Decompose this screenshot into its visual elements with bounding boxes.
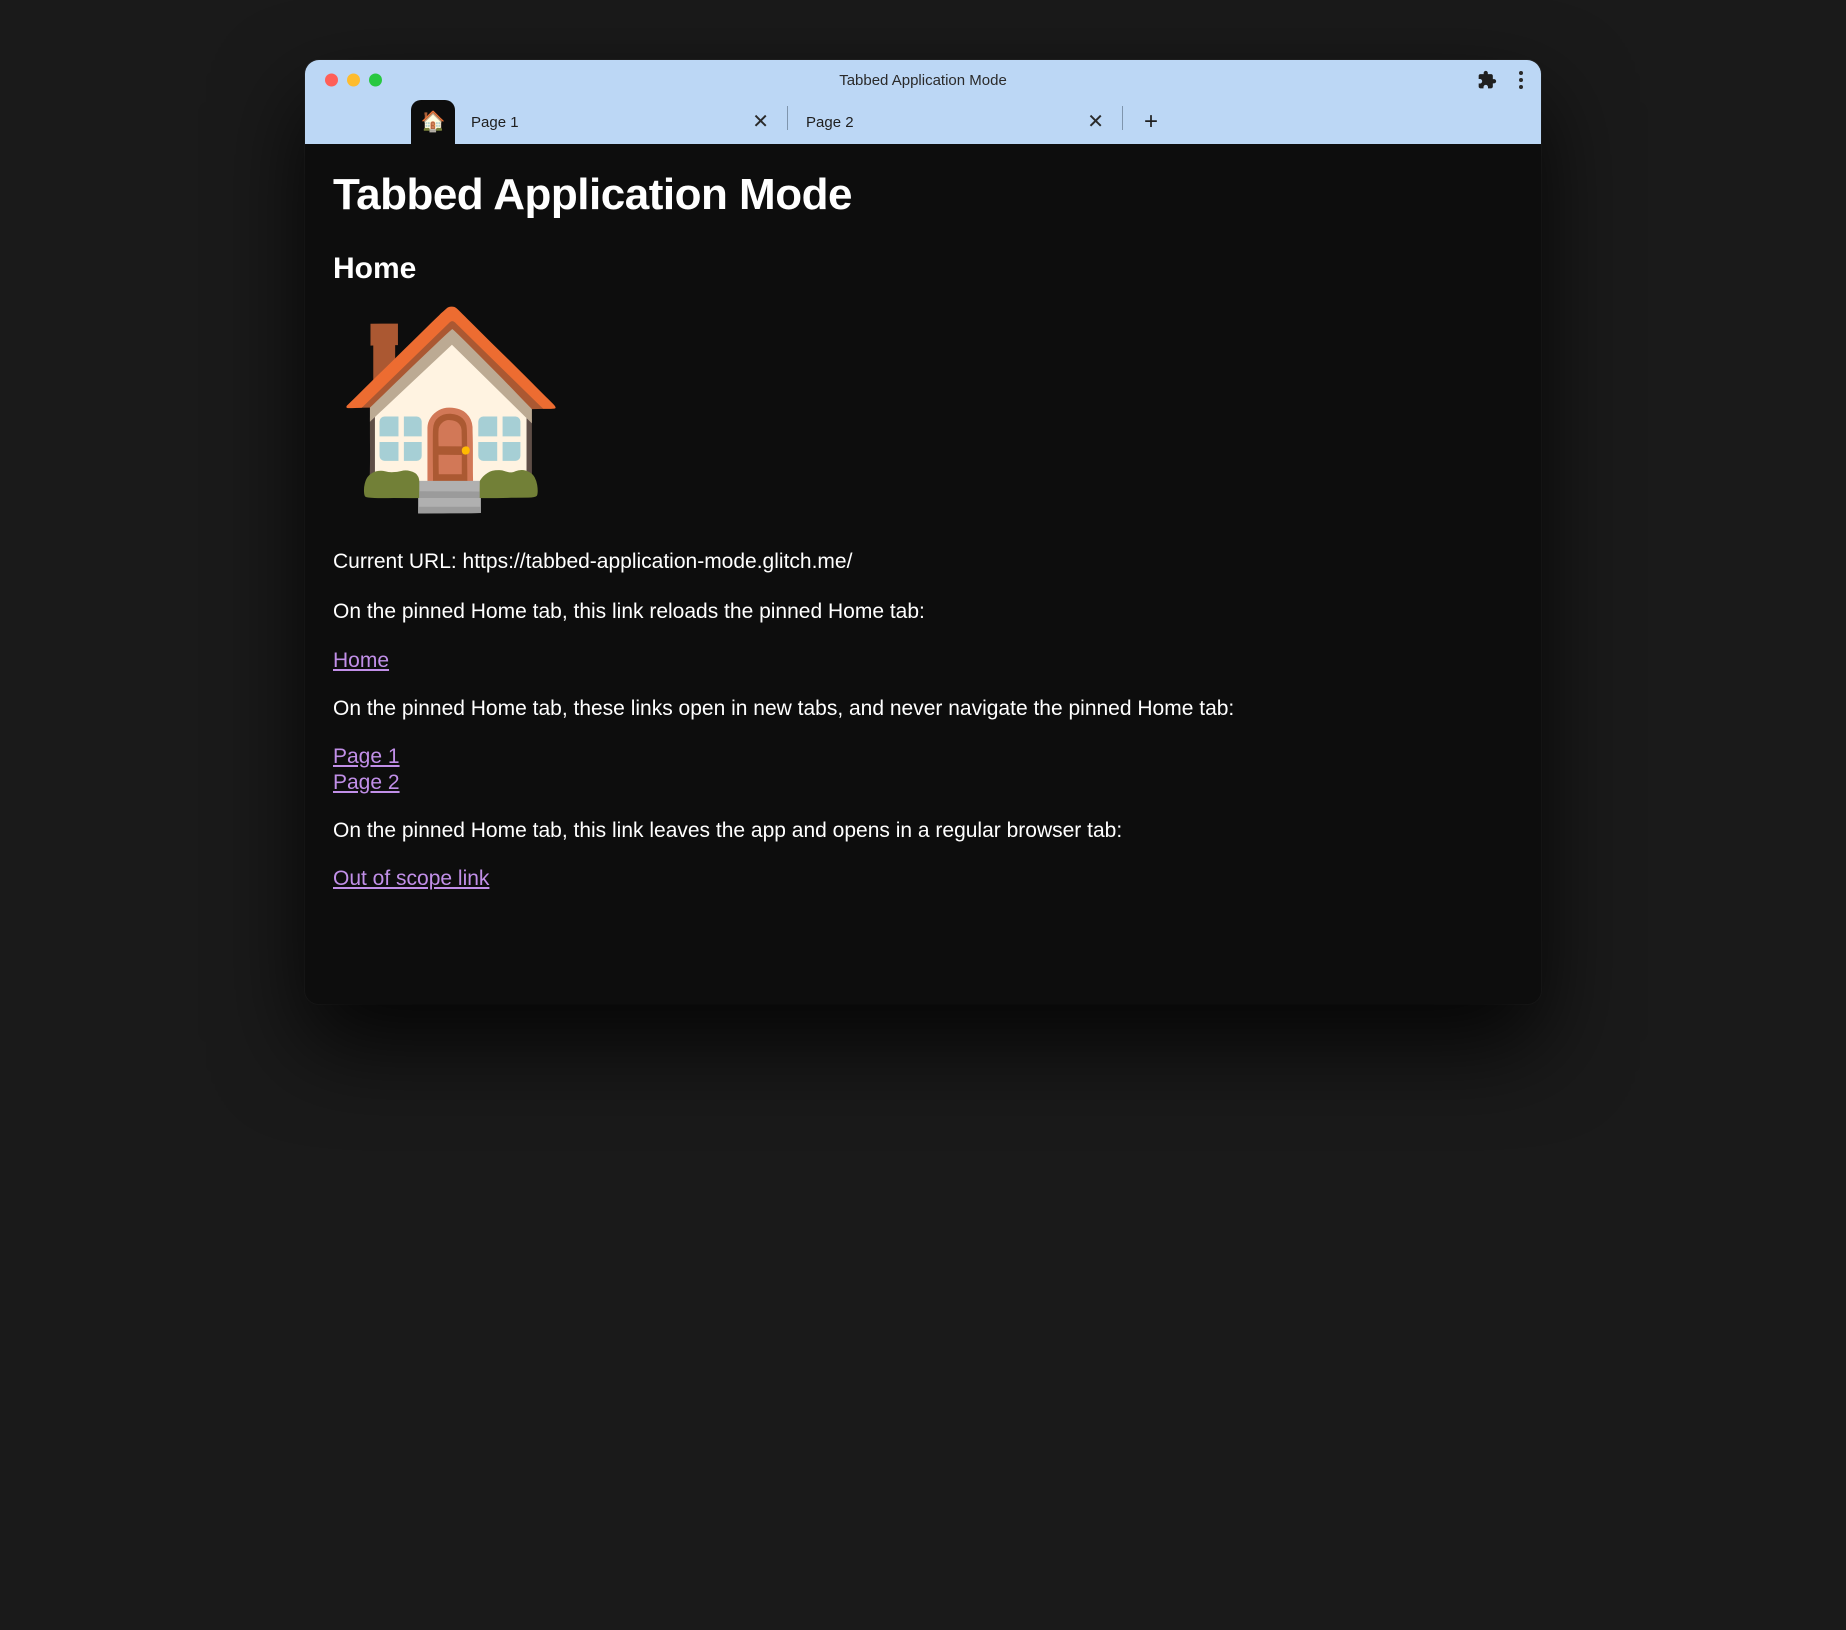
tab-pinned-home[interactable]: 🏠	[411, 100, 455, 144]
extensions-icon[interactable]	[1477, 70, 1497, 90]
tab-page-1[interactable]: Page 1 ✕	[455, 100, 785, 144]
link-home[interactable]: Home	[333, 649, 389, 673]
page-subtitle: Home	[333, 252, 1513, 286]
maximize-window-button[interactable]	[369, 74, 382, 87]
tab-label: Page 2	[806, 114, 854, 131]
newtabs-description: On the pinned Home tab, these links open…	[333, 695, 1513, 723]
current-url-text: Current URL: https://tabbed-application-…	[333, 548, 1513, 576]
tab-page-2[interactable]: Page 2 ✕	[790, 100, 1120, 144]
tab-label: Page 1	[471, 114, 519, 131]
tab-strip: 🏠 Page 1 ✕ Page 2 ✕ +	[305, 100, 1541, 144]
outofscope-description: On the pinned Home tab, this link leaves…	[333, 817, 1513, 845]
minimize-window-button[interactable]	[347, 74, 360, 87]
link-page-2[interactable]: Page 2	[333, 771, 1513, 795]
window-controls	[325, 74, 382, 87]
titlebar: Tabbed Application Mode	[305, 60, 1541, 100]
window-title: Tabbed Application Mode	[839, 72, 1007, 89]
app-window: Tabbed Application Mode 🏠 Page 1 ✕	[305, 60, 1541, 1004]
new-tab-button[interactable]: +	[1133, 104, 1169, 140]
page-title: Tabbed Application Mode	[333, 170, 1513, 220]
close-window-button[interactable]	[325, 74, 338, 87]
close-tab-icon[interactable]: ✕	[746, 108, 775, 136]
tab-separator	[1122, 106, 1123, 130]
tab-separator	[787, 106, 788, 130]
page-content: Tabbed Application Mode Home 🏠 Current U…	[305, 144, 1541, 1004]
app-menu-button[interactable]	[1515, 67, 1527, 93]
link-out-of-scope[interactable]: Out of scope link	[333, 867, 489, 891]
reload-description: On the pinned Home tab, this link reload…	[333, 598, 1513, 626]
link-page-1[interactable]: Page 1	[333, 745, 1513, 769]
close-tab-icon[interactable]: ✕	[1081, 108, 1110, 136]
home-tab-icon: 🏠	[421, 112, 446, 132]
plus-icon: +	[1144, 110, 1158, 134]
house-icon: 🏠	[333, 312, 1513, 502]
